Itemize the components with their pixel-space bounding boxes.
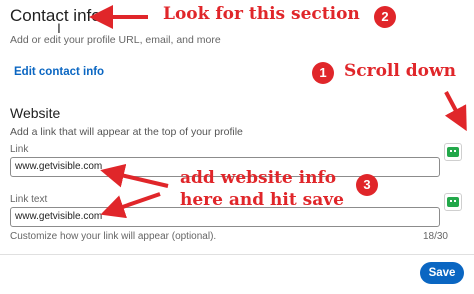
look-for-section-label: Look for this section bbox=[163, 4, 360, 24]
arrow-to-scroll bbox=[444, 91, 467, 132]
annotation-arrows bbox=[89, 5, 467, 219]
step-1-badge: 1 bbox=[312, 62, 334, 84]
arrow-to-link-text-input bbox=[100, 192, 161, 219]
arrow-to-link-input bbox=[100, 163, 169, 188]
scroll-down-label: Scroll down bbox=[344, 61, 456, 81]
add-website-line2: here and hit save bbox=[180, 190, 344, 210]
step-3-badge: 3 bbox=[356, 174, 378, 196]
step-2-badge: 2 bbox=[374, 6, 396, 28]
add-website-line1: add website info bbox=[180, 168, 337, 188]
